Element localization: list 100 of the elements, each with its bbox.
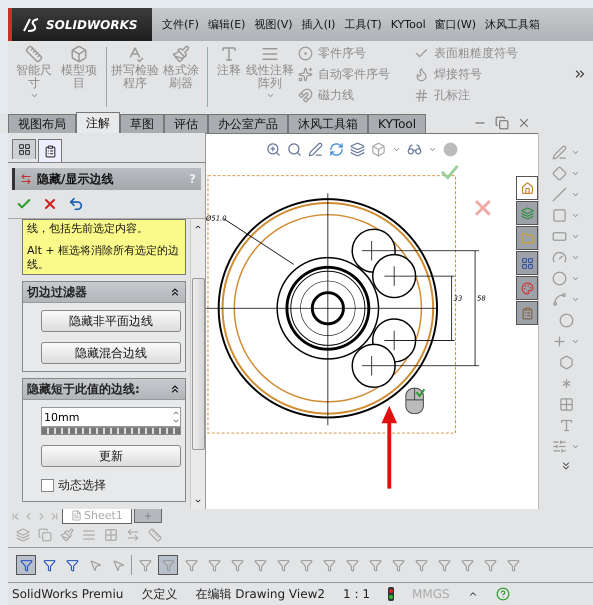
caret-icon[interactable] — [571, 253, 580, 262]
menu-item[interactable]: 工具(T) — [344, 17, 382, 32]
task-icon — [520, 182, 534, 194]
menu-item[interactable]: 插入(I) — [302, 17, 336, 32]
tab[interactable]: 注解 — [76, 112, 120, 133]
refresh-icon[interactable] — [329, 142, 344, 156]
filter-icon — [322, 558, 336, 572]
glasses-icon[interactable] — [407, 142, 422, 156]
scroll-down-icon[interactable] — [194, 497, 202, 505]
brush-icon[interactable] — [60, 528, 74, 542]
caret-icon[interactable] — [571, 274, 580, 283]
value-input[interactable]: 10mm — [42, 410, 172, 424]
filter-icon — [276, 558, 290, 572]
filter-icon — [368, 558, 382, 572]
scroll-up-icon[interactable] — [194, 223, 202, 231]
menu-item[interactable]: 窗口(W) — [434, 17, 476, 32]
tab[interactable]: 办公室产品 — [208, 114, 288, 133]
task-pane-tab[interactable] — [516, 176, 538, 200]
caret-icon[interactable] — [571, 442, 580, 451]
filter-button[interactable] — [158, 555, 178, 575]
task-pane-tab[interactable] — [516, 251, 538, 275]
menu-item[interactable]: 沐风工具箱 — [485, 17, 540, 32]
filter-icon — [138, 558, 152, 572]
tab[interactable]: 草图 — [120, 114, 164, 133]
diamond-icon[interactable] — [552, 166, 567, 181]
tool-icon — [414, 88, 429, 103]
tool-icon — [25, 45, 43, 63]
caret-icon[interactable] — [571, 148, 580, 157]
task-icon — [520, 256, 534, 270]
layers-icon[interactable] — [350, 142, 365, 156]
message-text: 线，包括先前选定内容。 — [27, 222, 149, 236]
line-style-icon[interactable] — [104, 528, 118, 542]
checkbox-label[interactable]: 动态选择 — [41, 477, 181, 494]
filter-icon — [414, 558, 428, 572]
zoom-icon[interactable] — [266, 142, 281, 156]
rectangle-icon[interactable] — [552, 208, 567, 223]
caret-icon[interactable] — [571, 169, 580, 178]
panel-button[interactable]: 隐藏混合边线 — [41, 342, 181, 364]
tool-icon — [414, 67, 429, 82]
more-icon[interactable] — [560, 460, 572, 472]
spin-up-icon[interactable] — [172, 409, 180, 417]
menu-item[interactable]: 视图(V) — [254, 17, 293, 32]
spin-down-icon[interactable] — [172, 417, 180, 425]
ruler-icon[interactable] — [148, 528, 162, 542]
scrollbar[interactable] — [190, 219, 205, 509]
line-icon[interactable] — [552, 187, 567, 202]
tab[interactable]: 沐风工具箱 — [288, 114, 368, 133]
cube-icon[interactable] — [371, 142, 386, 156]
last-sheet-icon[interactable] — [49, 510, 60, 522]
copy-icon[interactable] — [38, 528, 52, 542]
swap-icon[interactable] — [126, 528, 140, 542]
caret-icon[interactable] — [571, 211, 580, 220]
filter-icon — [506, 558, 520, 572]
sphere-icon[interactable] — [443, 142, 458, 156]
tab[interactable]: 视图布局 — [8, 114, 76, 133]
pen-icon[interactable] — [552, 145, 567, 160]
faint-check-icon — [440, 165, 459, 180]
tab[interactable]: KYTool — [368, 114, 426, 133]
menu-item[interactable]: KYTool — [390, 18, 426, 31]
tab[interactable]: 评估 — [164, 114, 208, 133]
checkbox[interactable] — [41, 479, 54, 492]
layers-icon[interactable] — [16, 528, 30, 542]
caret-icon[interactable] — [571, 295, 580, 304]
first-sheet-icon[interactable] — [10, 510, 21, 522]
text-icon[interactable] — [558, 418, 574, 433]
tool-icon — [70, 45, 88, 63]
caret-icon[interactable] — [571, 337, 580, 346]
caret-icon[interactable] — [571, 190, 580, 199]
restore-icon[interactable] — [495, 116, 509, 130]
zoom-area-icon[interactable] — [287, 142, 302, 156]
panel-tab[interactable] — [12, 139, 36, 159]
slot-icon[interactable] — [552, 229, 567, 244]
collapse-icon[interactable] — [169, 286, 181, 298]
panel-button[interactable]: 更新 — [41, 445, 181, 467]
sliders-icon[interactable] — [552, 439, 567, 454]
panel-tab[interactable] — [38, 139, 62, 162]
undo-icon[interactable] — [68, 196, 84, 212]
tool-icon — [261, 45, 279, 63]
add-sheet-tab[interactable] — [134, 509, 162, 523]
menu-item[interactable]: 文件(F) — [162, 17, 199, 32]
status-text: MMGS — [412, 587, 450, 601]
polygon-icon[interactable] — [558, 355, 574, 370]
pen-icon[interactable] — [308, 142, 323, 156]
close-icon[interactable] — [517, 116, 531, 130]
filter-icon — [20, 558, 32, 572]
filter-icon — [230, 558, 244, 572]
filter-icon — [162, 558, 174, 572]
help-icon[interactable] — [496, 587, 510, 601]
collapse-icon[interactable] — [169, 383, 181, 395]
sheet-icon — [71, 510, 82, 521]
line-weight-icon[interactable] — [82, 528, 96, 542]
task-pane-tab[interactable] — [516, 226, 538, 250]
caret-icon[interactable] — [571, 232, 580, 241]
menu-item[interactable]: 编辑(E) — [208, 17, 246, 32]
slider-track[interactable] — [41, 427, 181, 435]
value-field[interactable]: 10mm — [41, 407, 181, 427]
grid-icon[interactable] — [558, 397, 574, 412]
cancel-icon[interactable] — [42, 196, 58, 212]
filter-button[interactable] — [16, 555, 36, 575]
panel-button[interactable]: 隐藏非平面边线 — [41, 310, 181, 332]
